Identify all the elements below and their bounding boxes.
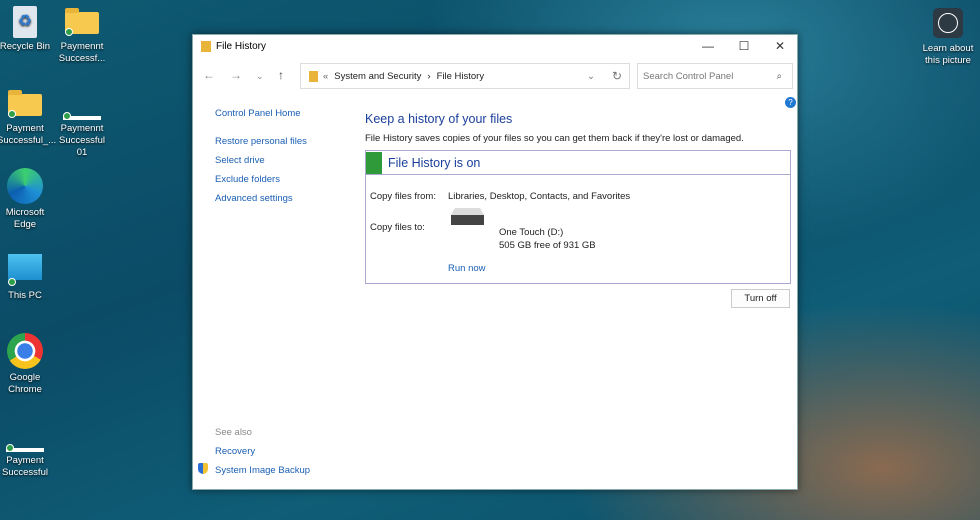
breadcrumb-system-security[interactable]: System and Security	[334, 71, 421, 82]
shield-icon	[198, 463, 208, 474]
desktop-icon-payment-successful[interactable]: Payment Successful	[0, 420, 53, 479]
drive-name: One Touch (D:)	[499, 227, 564, 238]
desktop-icon-this-pc[interactable]: This PC	[0, 254, 53, 302]
search-input[interactable]: Search Control Panel ⌕	[637, 63, 793, 89]
edge-icon	[7, 168, 43, 204]
window-title: File History	[216, 40, 267, 52]
system-image-backup-link[interactable]: System Image Backup	[215, 465, 310, 476]
advanced-settings-link[interactable]: Advanced settings	[215, 193, 293, 204]
back-arrow-icon[interactable]: ←	[203, 68, 215, 82]
desktop-icon-paymennt-folder[interactable]: Paymennt Successf...	[54, 6, 110, 65]
recovery-link[interactable]: Recovery	[215, 446, 255, 457]
drive-space: 505 GB free of 931 GB	[499, 240, 596, 251]
address-dropdown-icon[interactable]: ⌄	[587, 71, 595, 82]
folder-icon	[65, 8, 99, 36]
learn-about-picture[interactable]: Learn about this picture	[918, 8, 978, 67]
file-bar-icon	[63, 112, 101, 120]
up-arrow-icon[interactable]: ↑	[278, 68, 284, 82]
status-panel: File History is on Copy files from: Libr…	[365, 150, 791, 284]
exclude-folders-link[interactable]: Exclude folders	[215, 174, 280, 185]
breadcrumb-separator-icon: ›	[427, 70, 431, 82]
copy-from-value: Libraries, Desktop, Contacts, and Favori…	[448, 191, 631, 202]
file-history-window: File History — ☐ ✕ ← → ⌄ ↑ « System and …	[192, 34, 798, 490]
close-button[interactable]: ✕	[762, 35, 798, 57]
forward-arrow-icon[interactable]: →	[230, 68, 242, 82]
status-indicator	[366, 151, 382, 174]
desktop-icon-chrome[interactable]: Google Chrome	[0, 333, 53, 396]
description: File History saves copies of your files …	[365, 133, 744, 144]
chrome-icon	[7, 333, 43, 369]
file-history-icon	[201, 40, 211, 52]
run-now-link[interactable]: Run now	[448, 263, 486, 274]
desktop-icon-payment-folder[interactable]: Payment Successful_...	[0, 88, 56, 147]
desktop-icon-edge[interactable]: Microsoft Edge	[0, 168, 53, 231]
status-text: File History is on	[388, 155, 481, 170]
desktop-icon-recycle-bin[interactable]: ♻ Recycle Bin	[0, 6, 53, 53]
file-bar-icon	[6, 444, 44, 452]
copy-from-label: Copy files from:	[370, 191, 436, 202]
turn-off-button[interactable]: Turn off	[731, 289, 790, 308]
minimize-button[interactable]: —	[690, 35, 726, 57]
recent-chevron-down-icon[interactable]: ⌄	[256, 71, 264, 82]
recycle-bin-icon: ♻	[13, 6, 37, 38]
address-bar[interactable]: « System and Security › File History ⌄ ↻	[300, 63, 630, 89]
refresh-icon[interactable]: ↻	[612, 69, 622, 83]
file-history-icon	[309, 70, 318, 82]
folder-icon	[8, 90, 42, 118]
maximize-button[interactable]: ☐	[726, 35, 762, 57]
restore-personal-files-link[interactable]: Restore personal files	[215, 136, 307, 147]
copy-to-label: Copy files to:	[370, 222, 425, 233]
select-drive-link[interactable]: Select drive	[215, 155, 265, 166]
breadcrumb-file-history[interactable]: File History	[437, 71, 485, 82]
drive-icon	[451, 208, 484, 225]
control-panel-home-link[interactable]: Control Panel Home	[215, 108, 301, 119]
search-icon[interactable]: ⌕	[777, 71, 782, 82]
monitor-icon	[8, 254, 42, 286]
desktop-icon-paymennt-01[interactable]: Paymennt Successful 01	[54, 88, 110, 159]
see-also-label: See also	[215, 427, 252, 438]
page-heading: Keep a history of your files	[365, 112, 513, 126]
picture-icon	[933, 8, 963, 38]
help-icon[interactable]: ?	[785, 97, 796, 108]
